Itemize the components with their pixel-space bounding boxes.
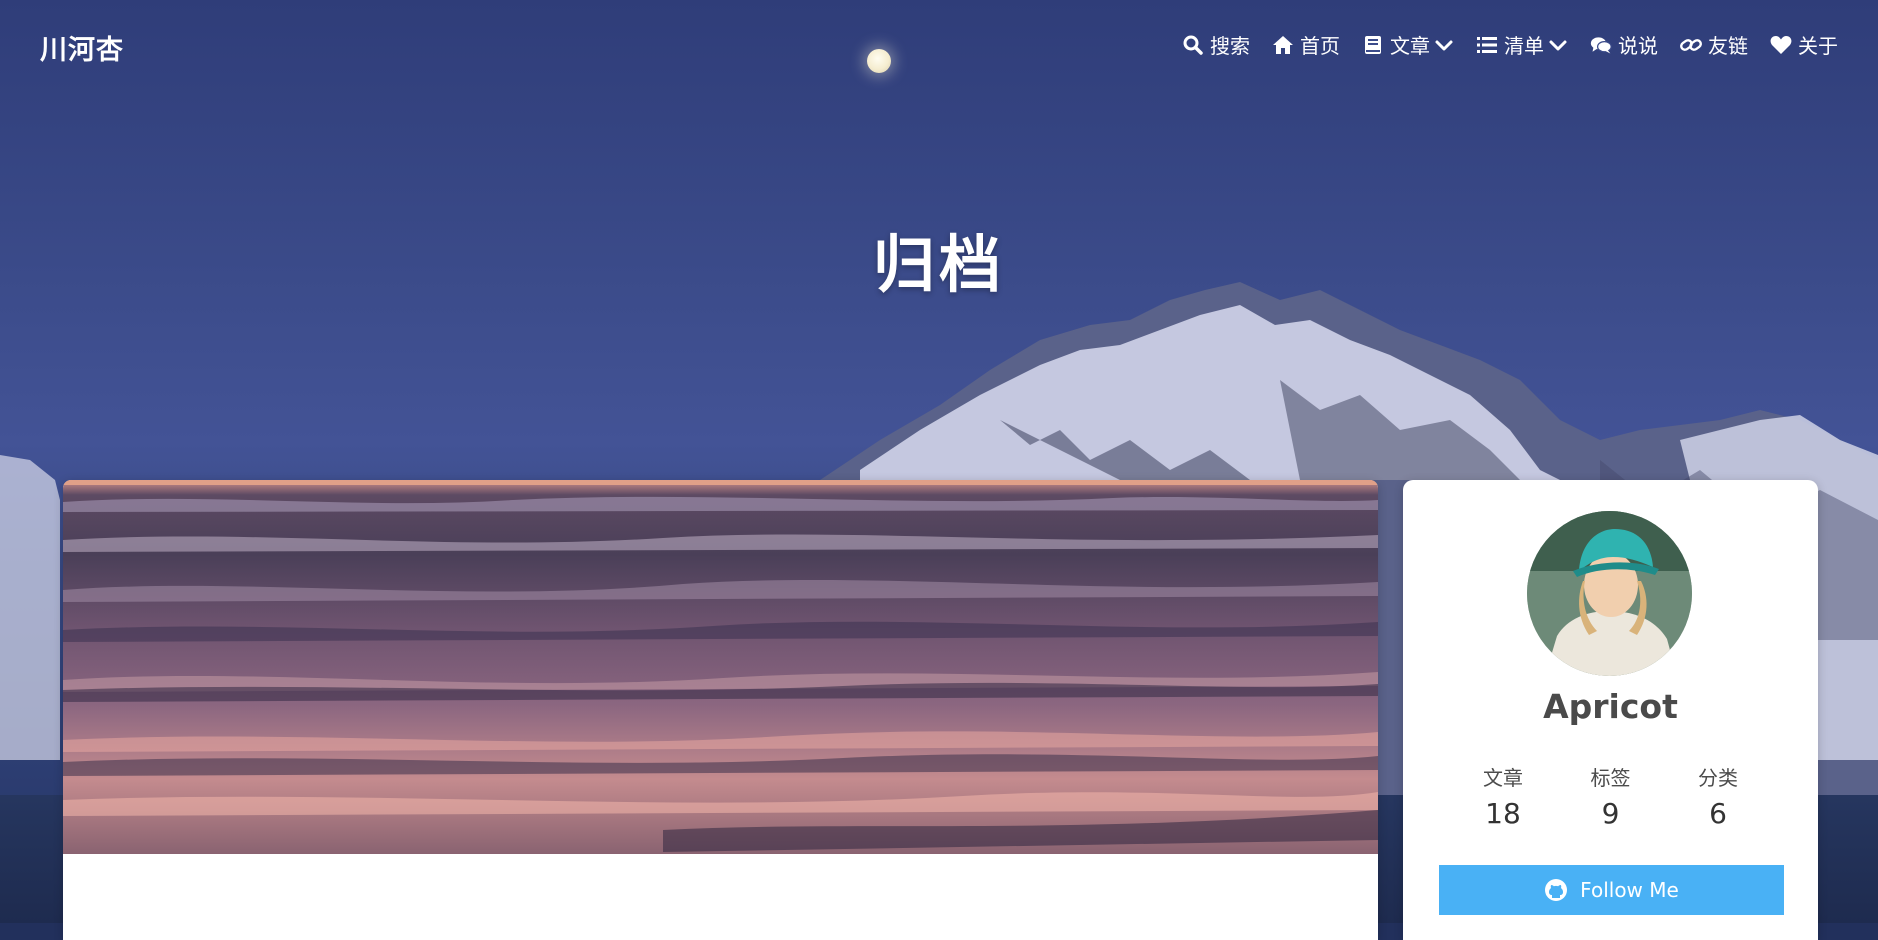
archive-cover-image: [63, 480, 1378, 854]
nav-friends[interactable]: 友链: [1680, 30, 1748, 59]
profile-card: Apricot 文章 18 标签 9 分类 6 Follow Me: [1403, 480, 1818, 940]
site-brand[interactable]: 川河杏: [40, 28, 124, 67]
nav-about[interactable]: 关于: [1770, 30, 1838, 59]
author-name: Apricot: [1543, 687, 1678, 726]
stat-value: 6: [1709, 797, 1727, 830]
nav-label: 关于: [1798, 34, 1838, 58]
page-title: 归档: [872, 228, 1005, 301]
nav-search[interactable]: 搜索: [1182, 30, 1250, 59]
stat-label: 文章: [1483, 766, 1523, 790]
github-icon: [1544, 878, 1568, 902]
stat-label: 标签: [1590, 766, 1631, 790]
nav-label: 清单: [1504, 34, 1544, 58]
comments-icon: [1590, 34, 1612, 56]
stat-tags[interactable]: 标签 9: [1571, 762, 1651, 830]
nav-moments[interactable]: 说说: [1590, 30, 1658, 59]
chevron-down-icon: [1548, 35, 1568, 55]
nav-articles[interactable]: 文章: [1362, 30, 1454, 59]
link-icon: [1680, 34, 1702, 56]
stat-label: 分类: [1698, 766, 1738, 790]
avatar[interactable]: [1527, 511, 1692, 676]
nav-label: 友链: [1708, 34, 1748, 58]
stat-articles[interactable]: 文章 18: [1463, 762, 1543, 830]
book-icon: [1362, 34, 1384, 56]
list-icon: [1476, 34, 1498, 56]
chevron-down-icon: [1434, 35, 1454, 55]
profile-stats: 文章 18 标签 9 分类 6: [1463, 762, 1758, 830]
home-icon: [1272, 34, 1294, 56]
search-icon: [1182, 34, 1204, 56]
heart-icon: [1770, 34, 1792, 56]
nav-home[interactable]: 首页: [1272, 30, 1340, 59]
follow-label: Follow Me: [1580, 878, 1679, 902]
nav-lists[interactable]: 清单: [1476, 30, 1568, 59]
nav-label: 首页: [1300, 34, 1340, 58]
follow-me-button[interactable]: Follow Me: [1439, 865, 1784, 915]
nav-label: 搜索: [1210, 34, 1250, 58]
avatar-photo: [1527, 511, 1692, 676]
top-nav: 搜索 首页 文章 清单 说说 友链 关于: [1160, 30, 1838, 59]
stat-value: 9: [1601, 797, 1620, 830]
stat-categories[interactable]: 分类 6: [1678, 762, 1758, 830]
ocean-waves-image: [63, 480, 1378, 852]
archive-card: [63, 480, 1378, 940]
nav-label: 说说: [1618, 34, 1658, 58]
stat-value: 18: [1485, 797, 1521, 830]
nav-label: 文章: [1390, 34, 1430, 58]
